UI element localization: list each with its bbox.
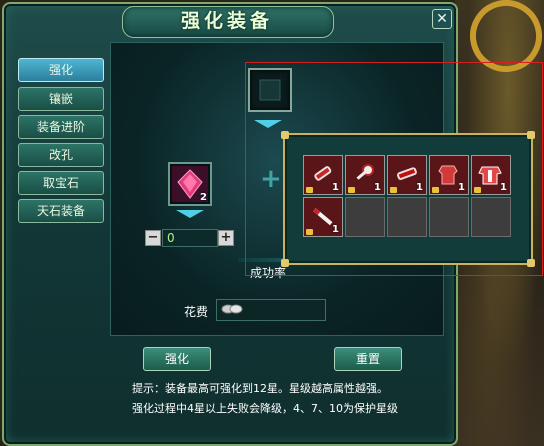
reset-button[interactable]: 重置 xyxy=(334,347,402,371)
arrow-down-icon xyxy=(176,210,204,218)
empty-inventory-slot[interactable] xyxy=(429,197,469,237)
title-bar: 强化装备 ✕ xyxy=(4,4,456,38)
lock-icon xyxy=(432,187,439,193)
lock-icon xyxy=(348,187,355,193)
red-armor-icon xyxy=(438,165,458,185)
red-key-icon xyxy=(356,164,374,180)
corner-ornament xyxy=(281,259,289,267)
item-count: 1 xyxy=(374,182,381,193)
empty-inventory-slot[interactable] xyxy=(345,197,385,237)
lock-icon xyxy=(306,229,313,235)
coin-icon xyxy=(221,304,243,314)
item-count: 1 xyxy=(332,182,339,193)
inventory-item[interactable]: 1 xyxy=(345,155,385,195)
item-count: 1 xyxy=(458,182,465,193)
lock-icon xyxy=(474,187,481,193)
empty-inventory-slot[interactable] xyxy=(387,197,427,237)
tab-skystone-equip[interactable]: 天石装备 xyxy=(18,199,104,223)
tab-inlay[interactable]: 镶嵌 xyxy=(18,87,104,111)
empty-inventory-slot[interactable] xyxy=(471,197,511,237)
item-count: 1 xyxy=(332,224,339,235)
tab-enhance[interactable]: 强化 xyxy=(18,58,104,82)
lock-icon xyxy=(390,187,397,193)
inventory-item[interactable]: 1 xyxy=(303,197,343,237)
tip-line-1: 提示：装备最高可强化到12星。星级越高属性越强。 xyxy=(132,382,388,395)
tip-line-2: 强化过程中4星以上失败会降级，4、7、10为保护星级 xyxy=(132,402,398,415)
inventory-item[interactable]: 1 xyxy=(429,155,469,195)
inventory-item[interactable]: 1 xyxy=(387,155,427,195)
tab-reforge-hole[interactable]: 改孔 xyxy=(18,143,104,167)
corner-ornament xyxy=(281,131,289,139)
inventory-item[interactable]: 1 xyxy=(303,155,343,195)
lock-icon xyxy=(306,187,313,193)
minus-button[interactable]: − xyxy=(145,230,161,246)
red-scroll-icon xyxy=(314,166,332,181)
plus-button[interactable]: + xyxy=(218,230,234,246)
window-title: 强化装备 xyxy=(180,10,273,32)
red-sword-icon xyxy=(313,208,333,226)
enhance-button[interactable]: 强化 xyxy=(143,347,211,371)
cost-label: 花费 xyxy=(184,305,209,319)
red-armor-icon xyxy=(478,166,502,185)
stone-slot[interactable]: 2 xyxy=(168,162,212,206)
corner-ornament xyxy=(527,131,535,139)
item-count: 1 xyxy=(500,182,507,193)
tab-extract-gem[interactable]: 取宝石 xyxy=(18,171,104,195)
red-scroll-icon xyxy=(397,167,417,180)
inventory-item[interactable]: 1 xyxy=(471,155,511,195)
item-count: 1 xyxy=(416,182,423,193)
item-picker-popup: 1 1 1 1 1 1 xyxy=(281,131,535,267)
tab-advance[interactable]: 装备进阶 xyxy=(18,115,104,139)
stone-count: 2 xyxy=(200,192,207,203)
corner-ornament xyxy=(527,259,535,267)
close-button[interactable]: ✕ xyxy=(432,9,452,29)
quantity-input[interactable]: 0 xyxy=(162,229,218,247)
